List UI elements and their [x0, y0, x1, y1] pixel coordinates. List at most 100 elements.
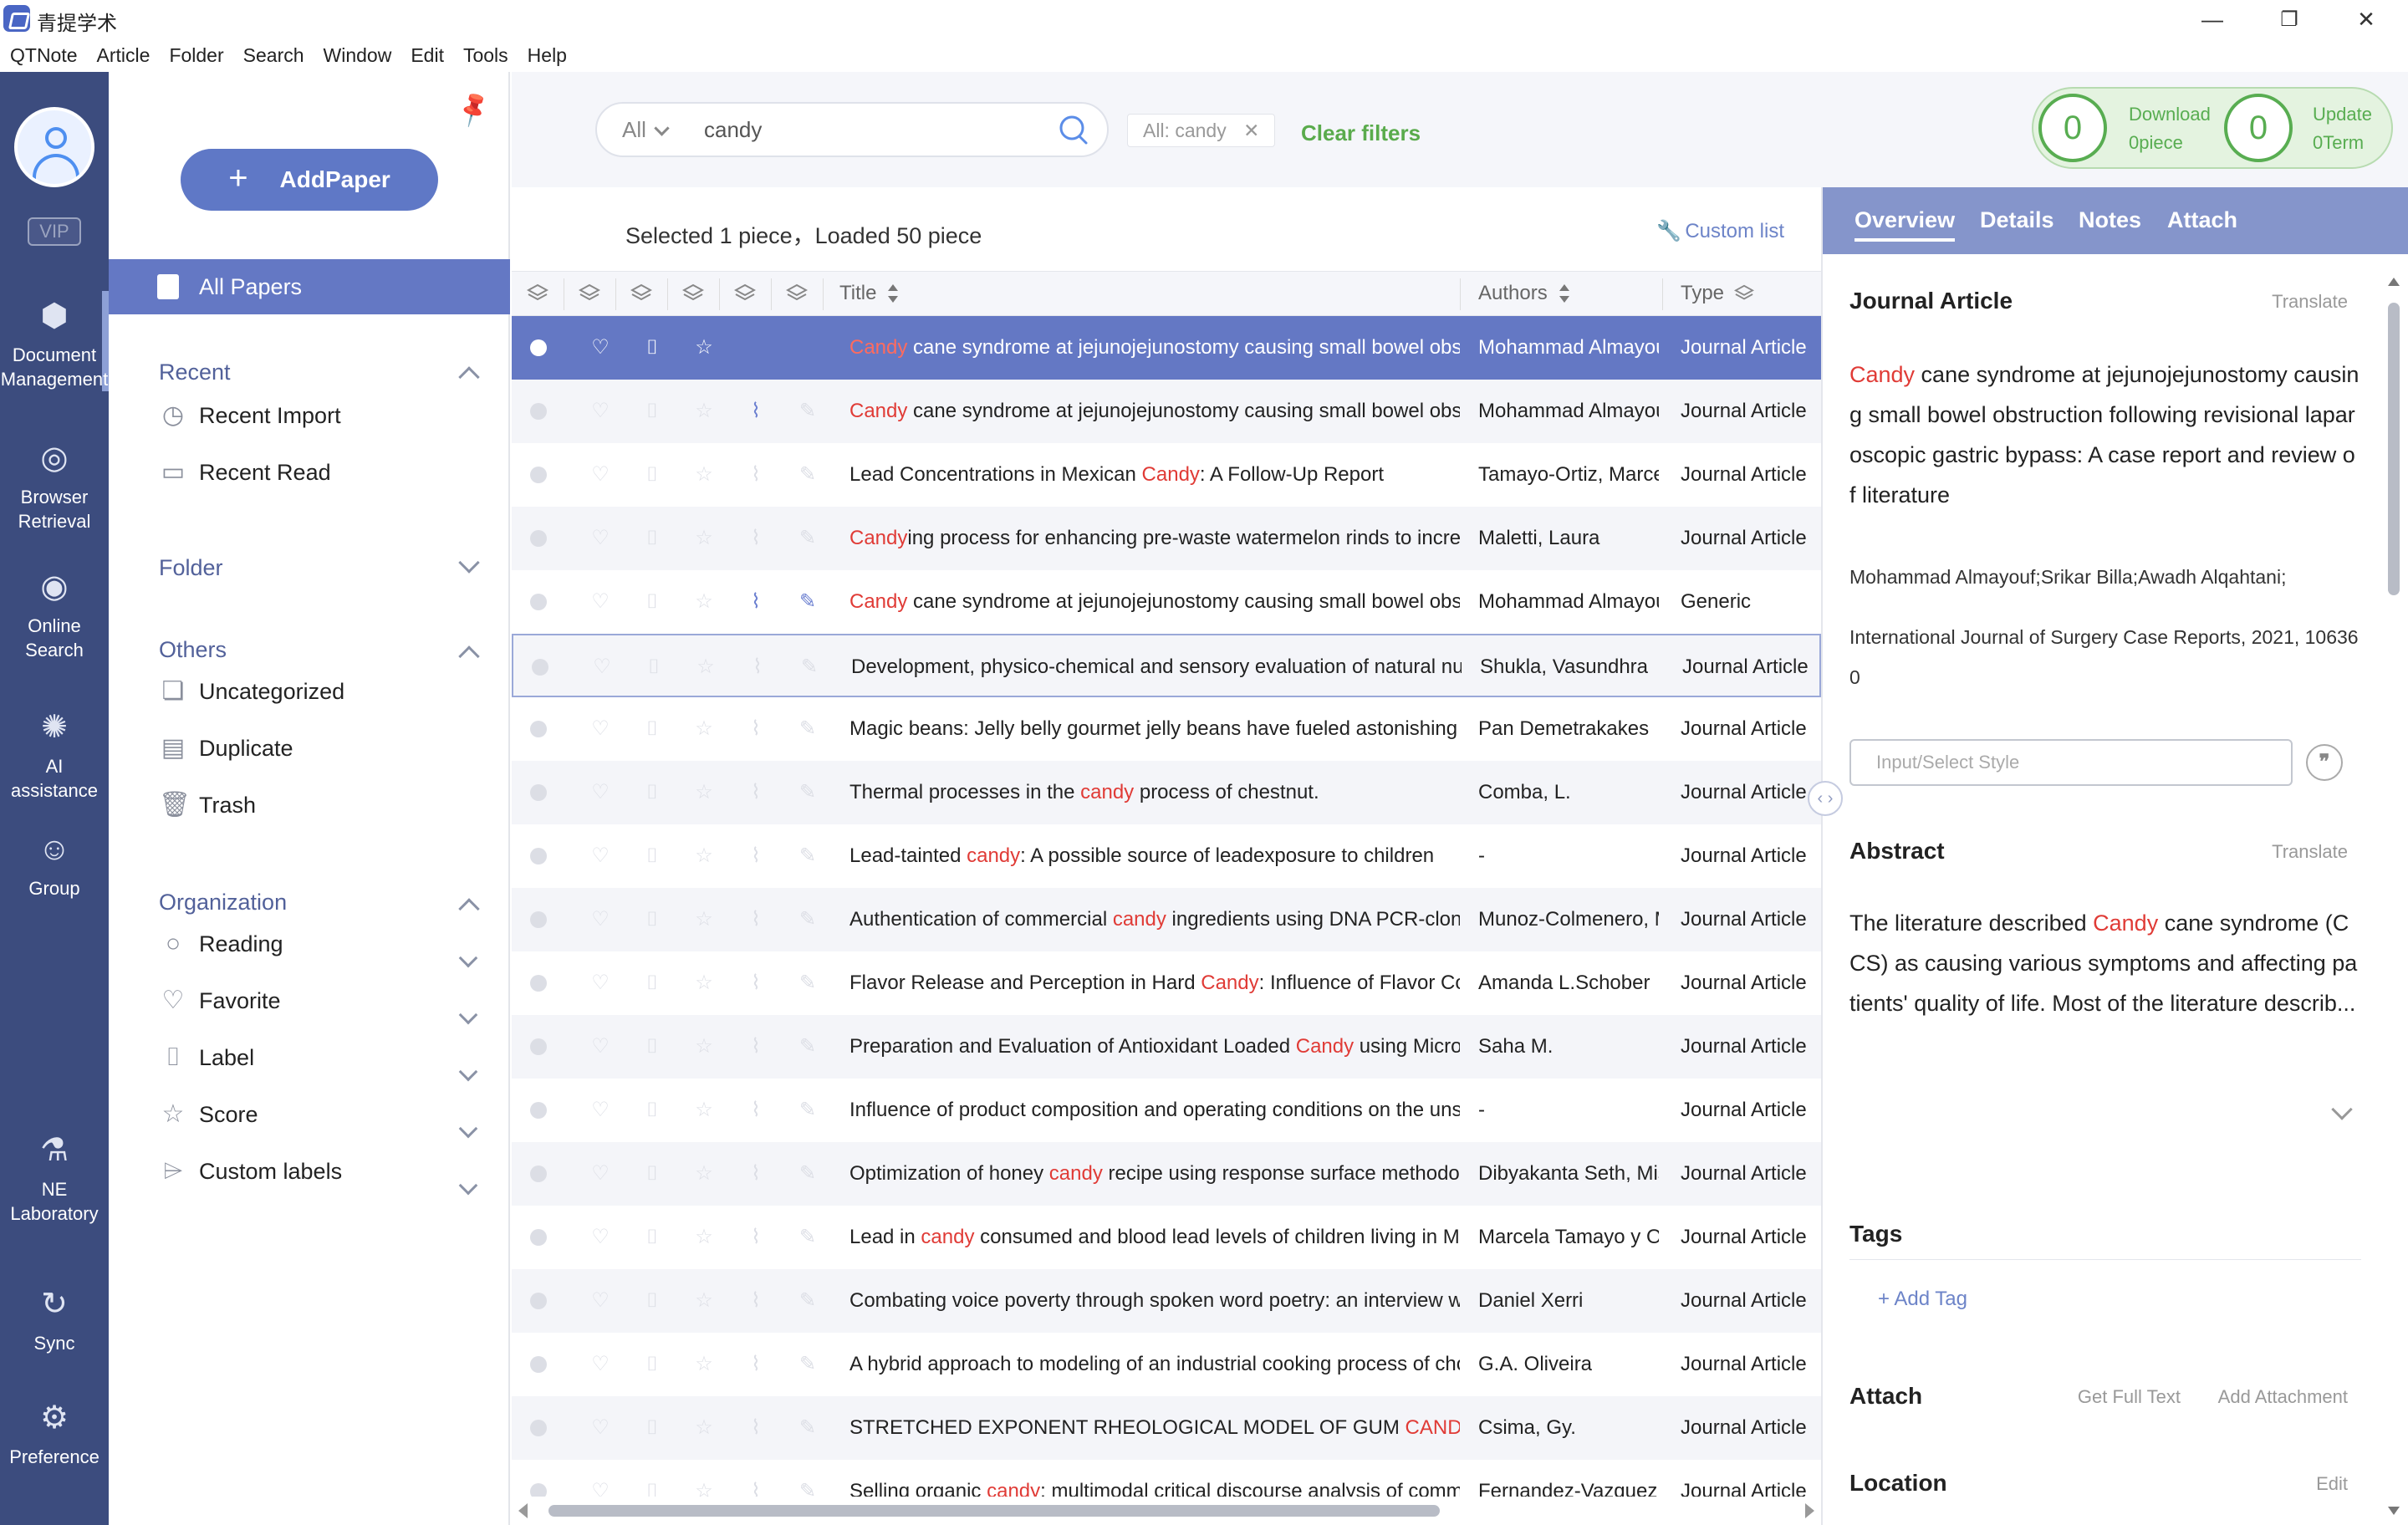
read-status-dot[interactable]	[530, 530, 547, 547]
row-title[interactable]: Influence of product composition and ope…	[849, 1079, 1460, 1142]
bookmark-icon[interactable]: ⌷	[640, 970, 664, 997]
heart-icon[interactable]: ♡	[589, 1351, 612, 1378]
paperclip-icon[interactable]: ⌇	[744, 1097, 768, 1124]
paperclip-icon[interactable]: ⌇	[744, 906, 768, 933]
row-title[interactable]: Lead in candy consumed and blood lead le…	[849, 1206, 1460, 1269]
pencil-icon[interactable]: ✎	[796, 1033, 819, 1060]
menu-help[interactable]: Help	[528, 44, 567, 67]
star-icon[interactable]: ☆	[692, 589, 716, 615]
row-author[interactable]: Saha M.	[1478, 1015, 1659, 1079]
bookmark-icon[interactable]: ⌷	[640, 525, 664, 552]
pencil-icon[interactable]: ✎	[796, 716, 819, 742]
row-author[interactable]: Pan Demetrakakes	[1478, 697, 1659, 761]
vertical-scrollbar[interactable]	[2388, 278, 2400, 1515]
bookmark-icon[interactable]: ⌷	[640, 843, 664, 870]
row-type[interactable]: Generic	[1681, 570, 1818, 634]
pencil-icon[interactable]: ✎	[796, 906, 819, 933]
menu-tools[interactable]: Tools	[463, 44, 508, 67]
pencil-icon[interactable]: ✎	[796, 1478, 819, 1497]
tab-notes[interactable]: Notes	[2079, 207, 2141, 233]
read-status-dot[interactable]	[530, 467, 547, 483]
sidebar-item-duplicate[interactable]: ▤ Duplicate	[159, 734, 293, 762]
row-author[interactable]: Mohammad Almayouf	[1478, 316, 1659, 380]
table-row[interactable]: ♡ ⌷ ☆ ⌇ ✎ A hybrid approach to modeling of an…	[512, 1333, 1821, 1396]
pin-icon[interactable]: 📌	[453, 87, 498, 130]
read-status-dot[interactable]	[530, 403, 547, 420]
read-status-dot[interactable]	[530, 848, 547, 865]
expand-chevron-icon[interactable]	[2331, 1099, 2353, 1120]
panel-collapse-handle[interactable]: ‹ ›	[1808, 781, 1843, 816]
bookmark-icon[interactable]: ⌷	[640, 1097, 664, 1124]
rail-sync[interactable]: ↻ Sync	[0, 1286, 109, 1355]
row-title[interactable]: Combating voice poverty through spoken w…	[849, 1269, 1460, 1333]
bookmark-icon[interactable]: ⌷	[640, 1351, 664, 1378]
row-author[interactable]: -	[1478, 824, 1659, 888]
row-author[interactable]: Shukla, Vasundhra	[1480, 635, 1661, 699]
rail-browser-retrieval[interactable]: ◎ Browser Retrieval	[0, 440, 109, 533]
star-icon[interactable]: ☆	[692, 462, 716, 488]
paperclip-icon[interactable]: ⌇	[744, 970, 768, 997]
paperclip-icon[interactable]: ⌇	[744, 716, 768, 742]
rail-preference[interactable]: ⚙ Preference	[0, 1400, 109, 1469]
column-type-header[interactable]: Type	[1681, 272, 1755, 315]
pencil-icon[interactable]: ✎	[796, 970, 819, 997]
bookmark-icon[interactable]: ⌷	[640, 1224, 664, 1251]
star-icon[interactable]: ☆	[692, 906, 716, 933]
row-title[interactable]: Candy cane syndrome at jejunojejunostomy…	[849, 316, 1460, 380]
paperclip-icon[interactable]: ⌇	[744, 398, 768, 425]
quote-icon[interactable]: ❞	[2306, 744, 2343, 781]
star-icon[interactable]: ☆	[692, 1160, 716, 1187]
table-row[interactable]: ♡ ⌷ ☆ ⌇ ✎ Development, physico-chemical and s…	[512, 634, 1821, 697]
paperclip-icon[interactable]: ⌇	[744, 1033, 768, 1060]
heart-icon[interactable]: ♡	[589, 716, 612, 742]
star-icon[interactable]: ☆	[692, 1415, 716, 1441]
paperclip-icon[interactable]: ⌇	[744, 779, 768, 806]
paperclip-icon[interactable]: ⌇	[744, 589, 768, 615]
paperclip-icon[interactable]: ⌇	[744, 462, 768, 488]
search-icon[interactable]	[1057, 114, 1089, 145]
bookmark-icon[interactable]: ⌷	[640, 1415, 664, 1441]
column-title-header[interactable]: Title	[839, 272, 899, 315]
row-author[interactable]: Tamayo-Ortiz, Marcela	[1478, 443, 1659, 507]
heart-icon[interactable]: ♡	[589, 843, 612, 870]
read-status-dot[interactable]	[530, 784, 547, 801]
star-icon[interactable]: ☆	[694, 654, 717, 681]
heart-icon[interactable]: ♡	[589, 1415, 612, 1441]
layers-icon[interactable]	[527, 283, 548, 303]
row-type[interactable]: Journal Article	[1681, 443, 1818, 507]
table-row[interactable]: ♡ ⌷ ☆ ⌇ ✎ Flavor Release and Perception in Ha…	[512, 951, 1821, 1015]
heart-icon[interactable]: ♡	[589, 1224, 612, 1251]
row-author[interactable]: Dibyakanta Seth, Mistry	[1478, 1142, 1659, 1206]
layers-icon[interactable]	[579, 283, 600, 303]
row-author[interactable]: Csima, Gy.	[1478, 1396, 1659, 1460]
pencil-icon[interactable]: ✎	[796, 1351, 819, 1378]
column-divider[interactable]	[615, 278, 616, 310]
star-icon[interactable]: ☆	[692, 1033, 716, 1060]
paperclip-icon[interactable]: ⌇	[744, 1160, 768, 1187]
add-tag-button[interactable]: + Add Tag	[1878, 1288, 1967, 1311]
star-icon[interactable]: ☆	[692, 779, 716, 806]
add-paper-button[interactable]: + AddPaper	[181, 149, 438, 211]
star-icon[interactable]: ☆	[692, 334, 716, 361]
sidebar-item-reading[interactable]: ○ Reading	[159, 930, 493, 958]
get-full-text-link[interactable]: Get Full Text	[2078, 1386, 2181, 1408]
section-organization[interactable]: Organization	[159, 890, 287, 916]
scroll-right-icon[interactable]	[1805, 1503, 1814, 1518]
pencil-icon[interactable]: ✎	[798, 654, 821, 681]
read-status-dot[interactable]	[532, 659, 548, 676]
rail-online-search[interactable]: ◉ Online Search	[0, 569, 109, 662]
row-title[interactable]: A hybrid approach to modeling of an indu…	[849, 1333, 1460, 1396]
bookmark-icon[interactable]: ⌷	[640, 1478, 664, 1497]
row-title[interactable]: Thermal processes in the candy process o…	[849, 761, 1460, 824]
table-row[interactable]: ♡ ⌷ ☆ ⌇ ✎ Optimization of honey candy recipe …	[512, 1142, 1821, 1206]
table-row[interactable]: ♡ ⌷ ☆ ⌇ ✎ Selling organic candy: multimodal c…	[512, 1460, 1821, 1497]
row-title[interactable]: Candy cane syndrome at jejunojejunostomy…	[849, 570, 1460, 634]
column-divider[interactable]	[667, 278, 668, 310]
row-author[interactable]: Marcela Tamayo y Ortiz	[1478, 1206, 1659, 1269]
bookmark-icon[interactable]: ⌷	[640, 1160, 664, 1187]
scroll-up-icon[interactable]	[2388, 278, 2400, 286]
bookmark-icon[interactable]: ⌷	[640, 589, 664, 615]
read-status-dot[interactable]	[530, 1356, 547, 1373]
pencil-icon[interactable]: ✎	[796, 843, 819, 870]
table-row[interactable]: ♡ ⌷ ☆ ⌇ ✎ Candy cane syndrome at jejunojejuno…	[512, 380, 1821, 443]
